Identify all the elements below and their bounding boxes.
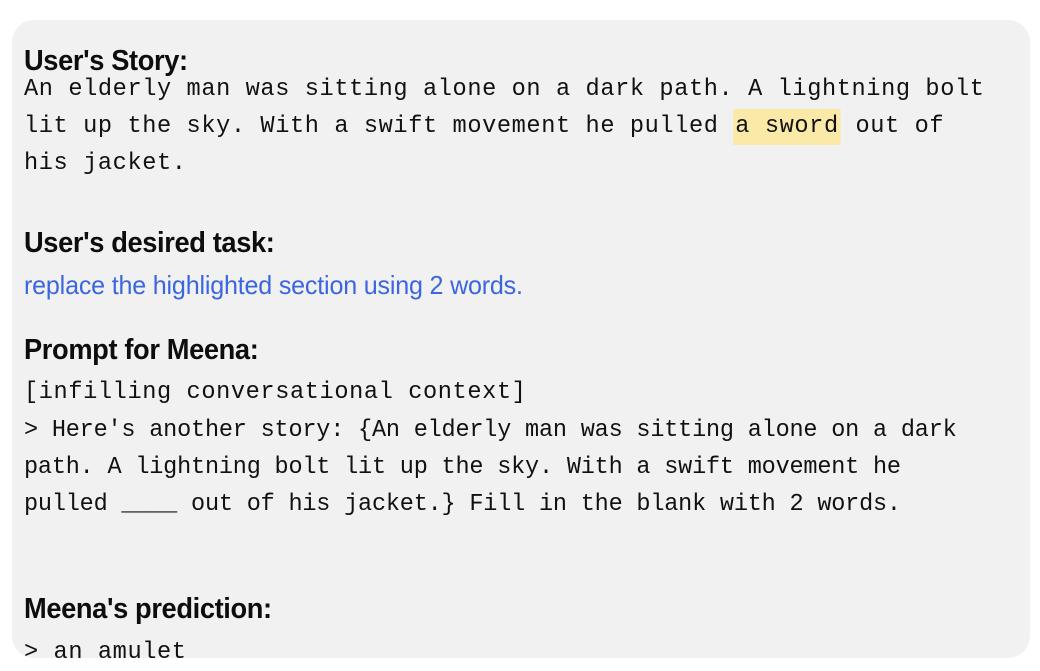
prediction-heading: Meena's prediction: bbox=[24, 593, 272, 625]
task-description: replace the highlighted section using 2 … bbox=[24, 270, 523, 300]
task-heading: User's desired task: bbox=[24, 227, 275, 259]
page-frame: User's Story: An elderly man was sitting… bbox=[0, 0, 1040, 670]
content-card: User's Story: An elderly man was sitting… bbox=[12, 20, 1030, 666]
prompt-heading: Prompt for Meena: bbox=[24, 334, 259, 366]
prompt-context-tag: [infilling conversational context] bbox=[24, 379, 527, 406]
prediction-text: > an amulet bbox=[24, 639, 187, 666]
story-body: An elderly man was sitting alone on a da… bbox=[24, 71, 989, 182]
highlighted-phrase: a sword bbox=[733, 109, 841, 145]
prompt-body: > Here's another story: {An elderly man … bbox=[24, 417, 971, 518]
